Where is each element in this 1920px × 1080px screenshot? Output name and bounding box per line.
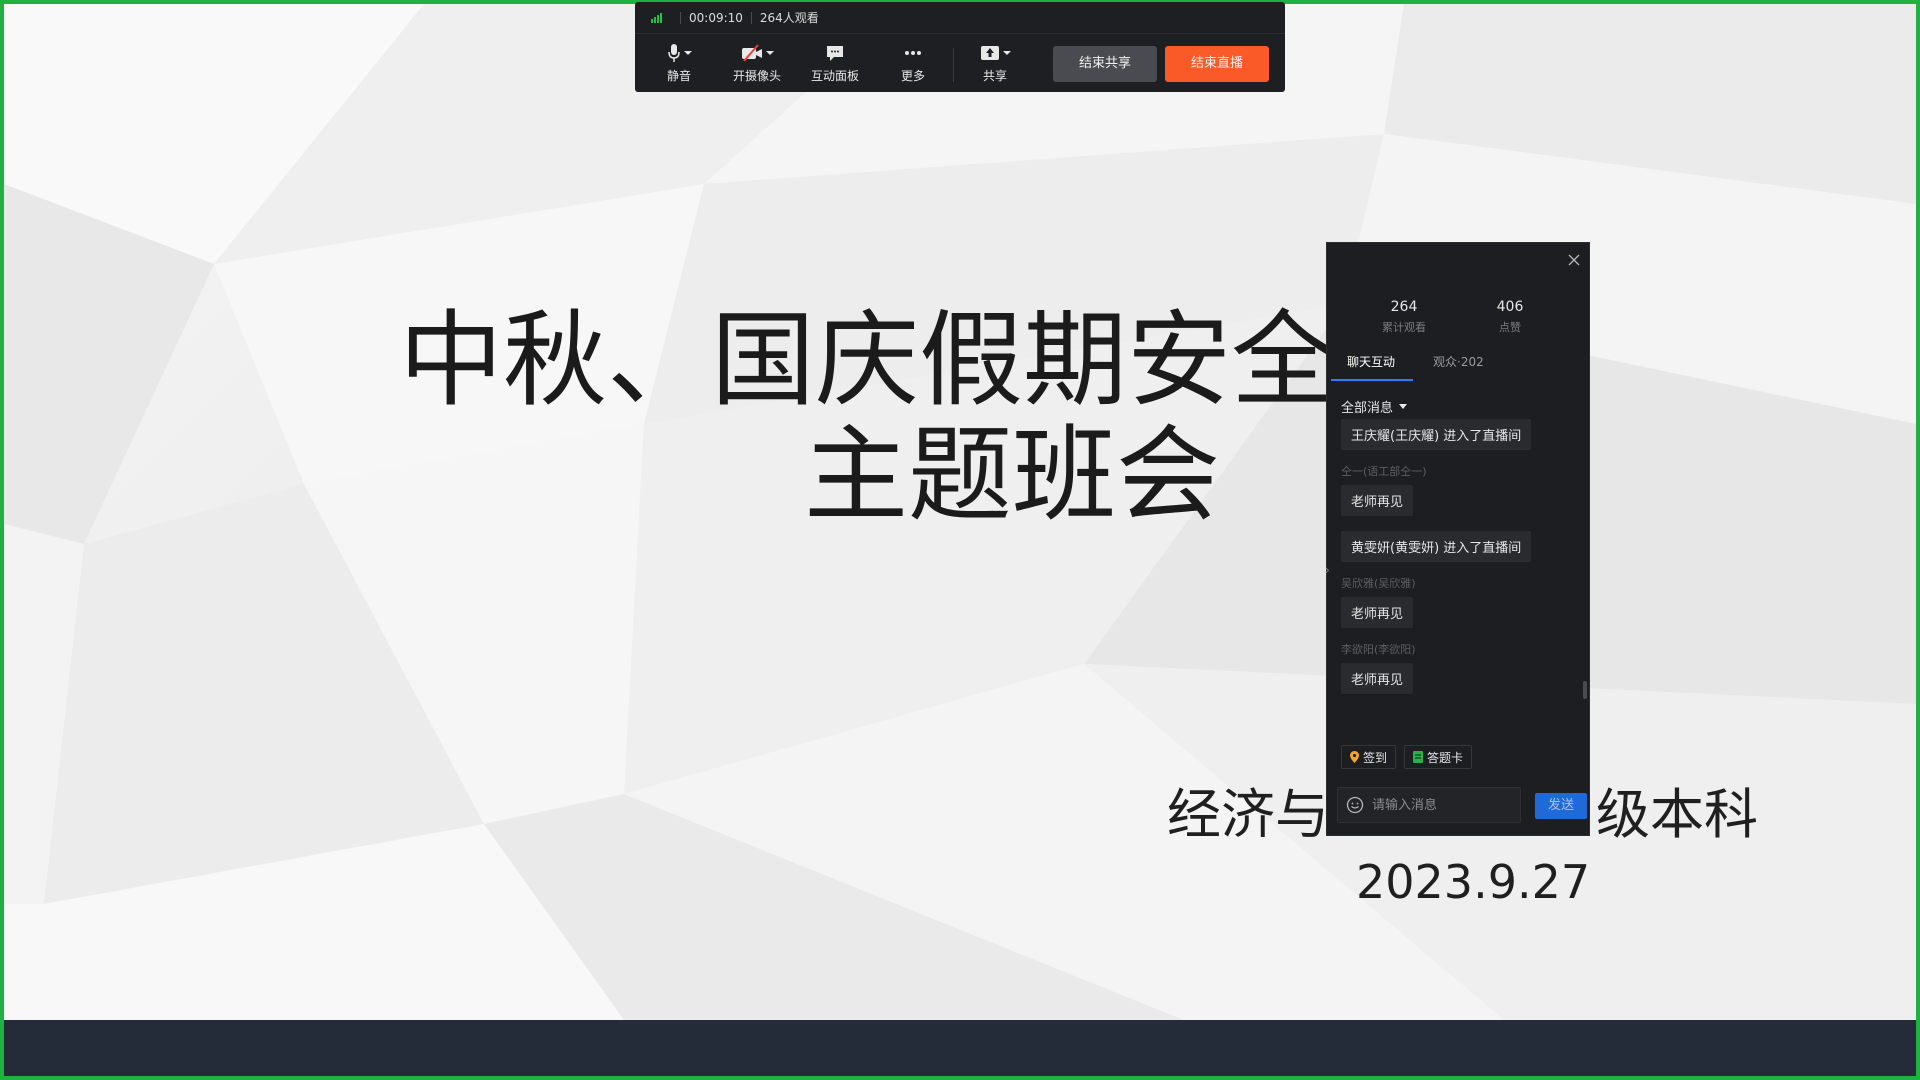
- live-stats: 264 累计观看 406 点赞: [1327, 299, 1591, 343]
- interaction-panel: 264 累计观看 406 点赞 聊天互动 观众·202 全部消息 王庆耀(王庆耀…: [1325, 242, 1591, 836]
- tab-audience[interactable]: 观众·202: [1433, 353, 1484, 370]
- quick-actions: 签到 答题卡: [1341, 745, 1473, 769]
- system-message: 黄雯妍(黄雯妍) 进入了直播间: [1341, 531, 1532, 562]
- emoji-icon[interactable]: [1346, 796, 1364, 814]
- interaction-panel-button[interactable]: 互动面板: [805, 42, 865, 84]
- message-bubble: 王庆耀(王庆耀) 进入了直播间: [1341, 419, 1532, 450]
- answer-card-label: 答题卡: [1427, 750, 1464, 765]
- mute-button[interactable]: 静音: [649, 42, 709, 84]
- caret-down-icon: [1399, 404, 1408, 409]
- likes-caption: 点赞: [1499, 321, 1521, 334]
- slide-title-line1: 中秋、国庆假期安全教: [399, 299, 1440, 421]
- message-sender: 吴欣雅(吴欣雅): [1341, 577, 1416, 590]
- tab-chat[interactable]: 聊天互动: [1347, 353, 1395, 370]
- send-button[interactable]: 发送: [1535, 793, 1587, 819]
- slide-title-line2: 主题班会: [804, 414, 1221, 536]
- live-status-bar: 00:09:10 264人观看: [635, 2, 1285, 34]
- chat-message: 仝一(语工部仝一) 老师再见: [1341, 463, 1427, 516]
- sign-in-button[interactable]: 签到: [1341, 745, 1397, 769]
- message-filter-label: 全部消息: [1341, 401, 1394, 416]
- slide-date: 2023.9.27: [1356, 855, 1591, 909]
- active-tab-indicator: [1331, 379, 1413, 381]
- camera-label: 开摄像头: [732, 69, 781, 83]
- answer-card-button[interactable]: 答题卡: [1404, 745, 1473, 769]
- system-message: 王庆耀(王庆耀) 进入了直播间: [1341, 419, 1532, 450]
- message-input[interactable]: [1372, 797, 1512, 813]
- presentation-slide: 中秋、国庆假期安全教 主题班会 经济与 级本科 2023.9.27: [4, 4, 1916, 1020]
- likes-stat: 406 点赞: [1455, 299, 1565, 335]
- bottom-bar: [4, 1020, 1916, 1076]
- message-bubble: 老师再见: [1341, 597, 1414, 628]
- end-share-button[interactable]: 结束共享: [1053, 46, 1157, 82]
- message-input-row: 发送: [1337, 787, 1587, 823]
- live-toolbar: 00:09:10 264人观看 静音 开摄像头 互动面板 更多 共享 结束共享 …: [635, 2, 1285, 92]
- total-views-value: 264: [1390, 299, 1418, 315]
- message-sender: 李欲阳(李欲阳): [1341, 643, 1416, 656]
- sign-in-label: 签到: [1363, 750, 1388, 765]
- window-frame: 中秋、国庆假期安全教 主题班会 经济与 级本科 2023.9.27: [0, 0, 1920, 1080]
- camera-off-icon: [741, 44, 762, 62]
- share-label: 共享: [982, 69, 1007, 83]
- viewer-count: 264人观看: [759, 11, 819, 25]
- status-divider: [680, 11, 681, 24]
- chat-bubble-icon: [827, 46, 843, 61]
- more-button[interactable]: 更多: [883, 42, 943, 84]
- mute-label: 静音: [666, 69, 691, 83]
- share-upload-icon: [980, 46, 999, 60]
- message-filter-dropdown[interactable]: 全部消息: [1341, 397, 1408, 416]
- message-bubble: 老师再见: [1341, 485, 1414, 516]
- more-label: 更多: [900, 69, 925, 83]
- total-views-caption: 累计观看: [1382, 321, 1426, 334]
- card-icon: [1413, 751, 1424, 763]
- slide-subtitle-left: 经济与: [1167, 783, 1329, 846]
- chat-scrollbar[interactable]: [1583, 681, 1587, 699]
- location-pin-icon: [1350, 751, 1359, 763]
- chevron-down-icon[interactable]: [683, 50, 692, 56]
- message-bubble: 老师再见: [1341, 663, 1414, 694]
- panel-tabs: 聊天互动 观众·202: [1327, 353, 1591, 385]
- slide-subtitle-right: 级本科: [1596, 783, 1758, 846]
- interaction-panel-label: 互动面板: [810, 69, 859, 83]
- chevron-down-icon[interactable]: [1002, 50, 1011, 56]
- signal-strength-icon: [651, 12, 662, 23]
- status-divider: [750, 11, 752, 24]
- live-timer: 00:09:10: [689, 10, 743, 25]
- total-views-stat: 264 累计观看: [1349, 299, 1459, 335]
- close-icon[interactable]: [1567, 253, 1581, 267]
- chat-message: 吴欣雅(吴欣雅) 老师再见: [1341, 575, 1416, 628]
- message-sender: 仝一(语工部仝一): [1341, 465, 1427, 478]
- microphone-icon: [667, 44, 680, 62]
- camera-button[interactable]: 开摄像头: [727, 42, 787, 84]
- chevron-down-icon[interactable]: [765, 50, 774, 56]
- share-button[interactable]: 共享: [965, 42, 1025, 84]
- chat-message: 李欲阳(李欲阳) 老师再见: [1341, 641, 1416, 694]
- message-input-box: [1337, 787, 1521, 823]
- collapse-panel-toggle[interactable]: ›: [1325, 563, 1335, 593]
- message-bubble: 黄雯妍(黄雯妍) 进入了直播间: [1341, 531, 1532, 562]
- end-live-button[interactable]: 结束直播: [1165, 46, 1269, 82]
- more-dots-icon: [905, 51, 921, 55]
- toolbar-divider: [953, 48, 954, 82]
- likes-value: 406: [1496, 299, 1524, 315]
